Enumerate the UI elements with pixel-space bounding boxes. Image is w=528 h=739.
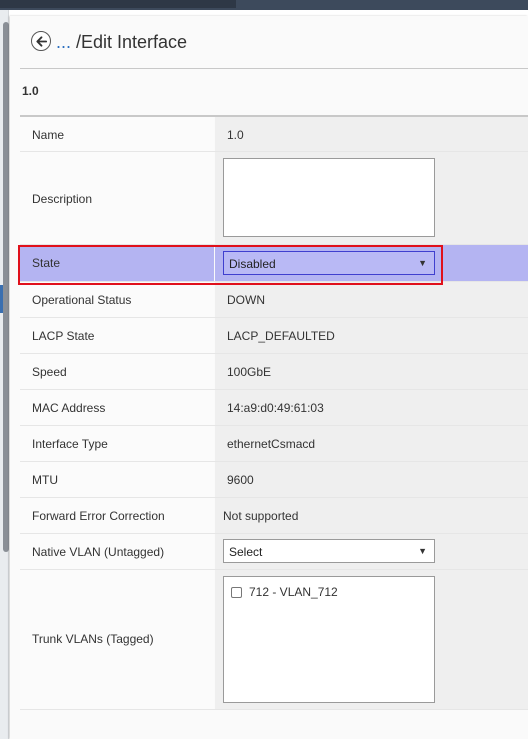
name-label: Name [32,128,65,142]
trunk-vlan-option-label: 712 - VLAN_712 [249,585,338,599]
row-mac-address: MAC Address 14:a9:d0:49:61:03 [20,390,528,426]
edit-interface-panel: ... /Edit Interface 1.0 Name 1.0 Descrip… [10,16,528,739]
state-label: State [32,256,61,270]
row-mtu: MTU 9600 [20,462,528,498]
triangle-down-icon: ▼ [418,258,427,268]
speed-value: 100GbE [227,365,272,379]
native-vlan-select[interactable]: Select ▼ [223,539,435,563]
trunk-vlan-option[interactable]: 712 - VLAN_712 [231,585,338,599]
top-tab [0,0,236,8]
breadcrumb-link[interactable]: ... [56,32,71,53]
vertical-scrollbar[interactable] [3,22,9,552]
row-trunk-vlans: Trunk VLANs (Tagged) 712 - VLAN_712 [20,570,528,710]
row-speed: Speed 100GbE [20,354,528,390]
top-bar [0,0,528,10]
arrow-left-circle-icon [35,35,47,47]
page-title: /Edit Interface [76,32,188,52]
trunk-vlans-label: Trunk VLANs (Tagged) [32,632,154,646]
triangle-down-icon: ▼ [418,546,427,556]
checkbox-icon[interactable] [231,586,242,598]
native-vlan-selected-value: Select [229,545,263,559]
row-description: Description [20,152,528,245]
trunk-vlans-listbox[interactable]: 712 - VLAN_712 [223,576,435,703]
operational-status-value: DOWN [227,293,265,307]
name-value: 1.0 [227,128,244,142]
row-name: Name 1.0 [20,117,528,152]
row-operational-status: Operational Status DOWN [20,282,528,318]
fec-value: Not supported [223,509,299,523]
row-fec: Forward Error Correction Not supported [20,498,528,534]
interface-form: Name 1.0 Description State Disabled ▼ Op… [20,117,528,710]
interface-type-value: ethernetCsmacd [227,437,316,451]
back-button[interactable] [31,31,51,51]
fec-label: Forward Error Correction [32,509,165,523]
native-vlan-label: Native VLAN (Untagged) [32,545,165,559]
state-selected-value: Disabled [229,257,276,271]
row-lacp-state: LACP State LACP_DEFAULTED [20,318,528,354]
mtu-value: 9600 [227,473,254,487]
description-field[interactable] [223,158,435,237]
row-state: State Disabled ▼ [20,245,528,282]
mac-address-value: 14:a9:d0:49:61:03 [227,401,324,415]
panel-header: ... /Edit Interface [20,16,528,69]
lacp-state-value: LACP_DEFAULTED [227,329,335,343]
mtu-label: MTU [32,473,58,487]
state-select[interactable]: Disabled ▼ [223,251,435,275]
lacp-state-label: LACP State [32,329,95,343]
row-interface-type: Interface Type ethernetCsmacd [20,426,528,462]
interface-type-label: Interface Type [32,437,108,451]
mac-address-label: MAC Address [32,401,106,415]
section-title: 1.0 [22,84,39,98]
speed-label: Speed [32,365,67,379]
operational-status-label: Operational Status [32,293,132,307]
description-label: Description [32,192,93,206]
row-native-vlan: Native VLAN (Untagged) Select ▼ [20,534,528,570]
